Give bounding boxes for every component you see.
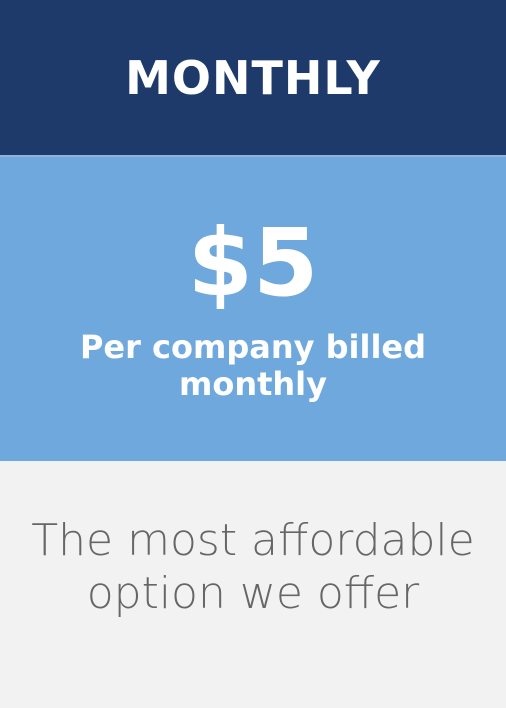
plan-description: The most affordable option we offer bbox=[31, 515, 475, 619]
price-section: $5 Per company billed monthly bbox=[0, 157, 506, 461]
description-section: The most affordable option we offer bbox=[0, 461, 506, 708]
plan-price: $5 bbox=[187, 209, 319, 318]
plan-header: MONTHLY bbox=[0, 0, 506, 155]
billing-note: Per company billed monthly bbox=[79, 328, 427, 403]
plan-name: MONTHLY bbox=[125, 50, 381, 105]
pricing-card: MONTHLY $5 Per company billed monthly Th… bbox=[0, 0, 506, 708]
